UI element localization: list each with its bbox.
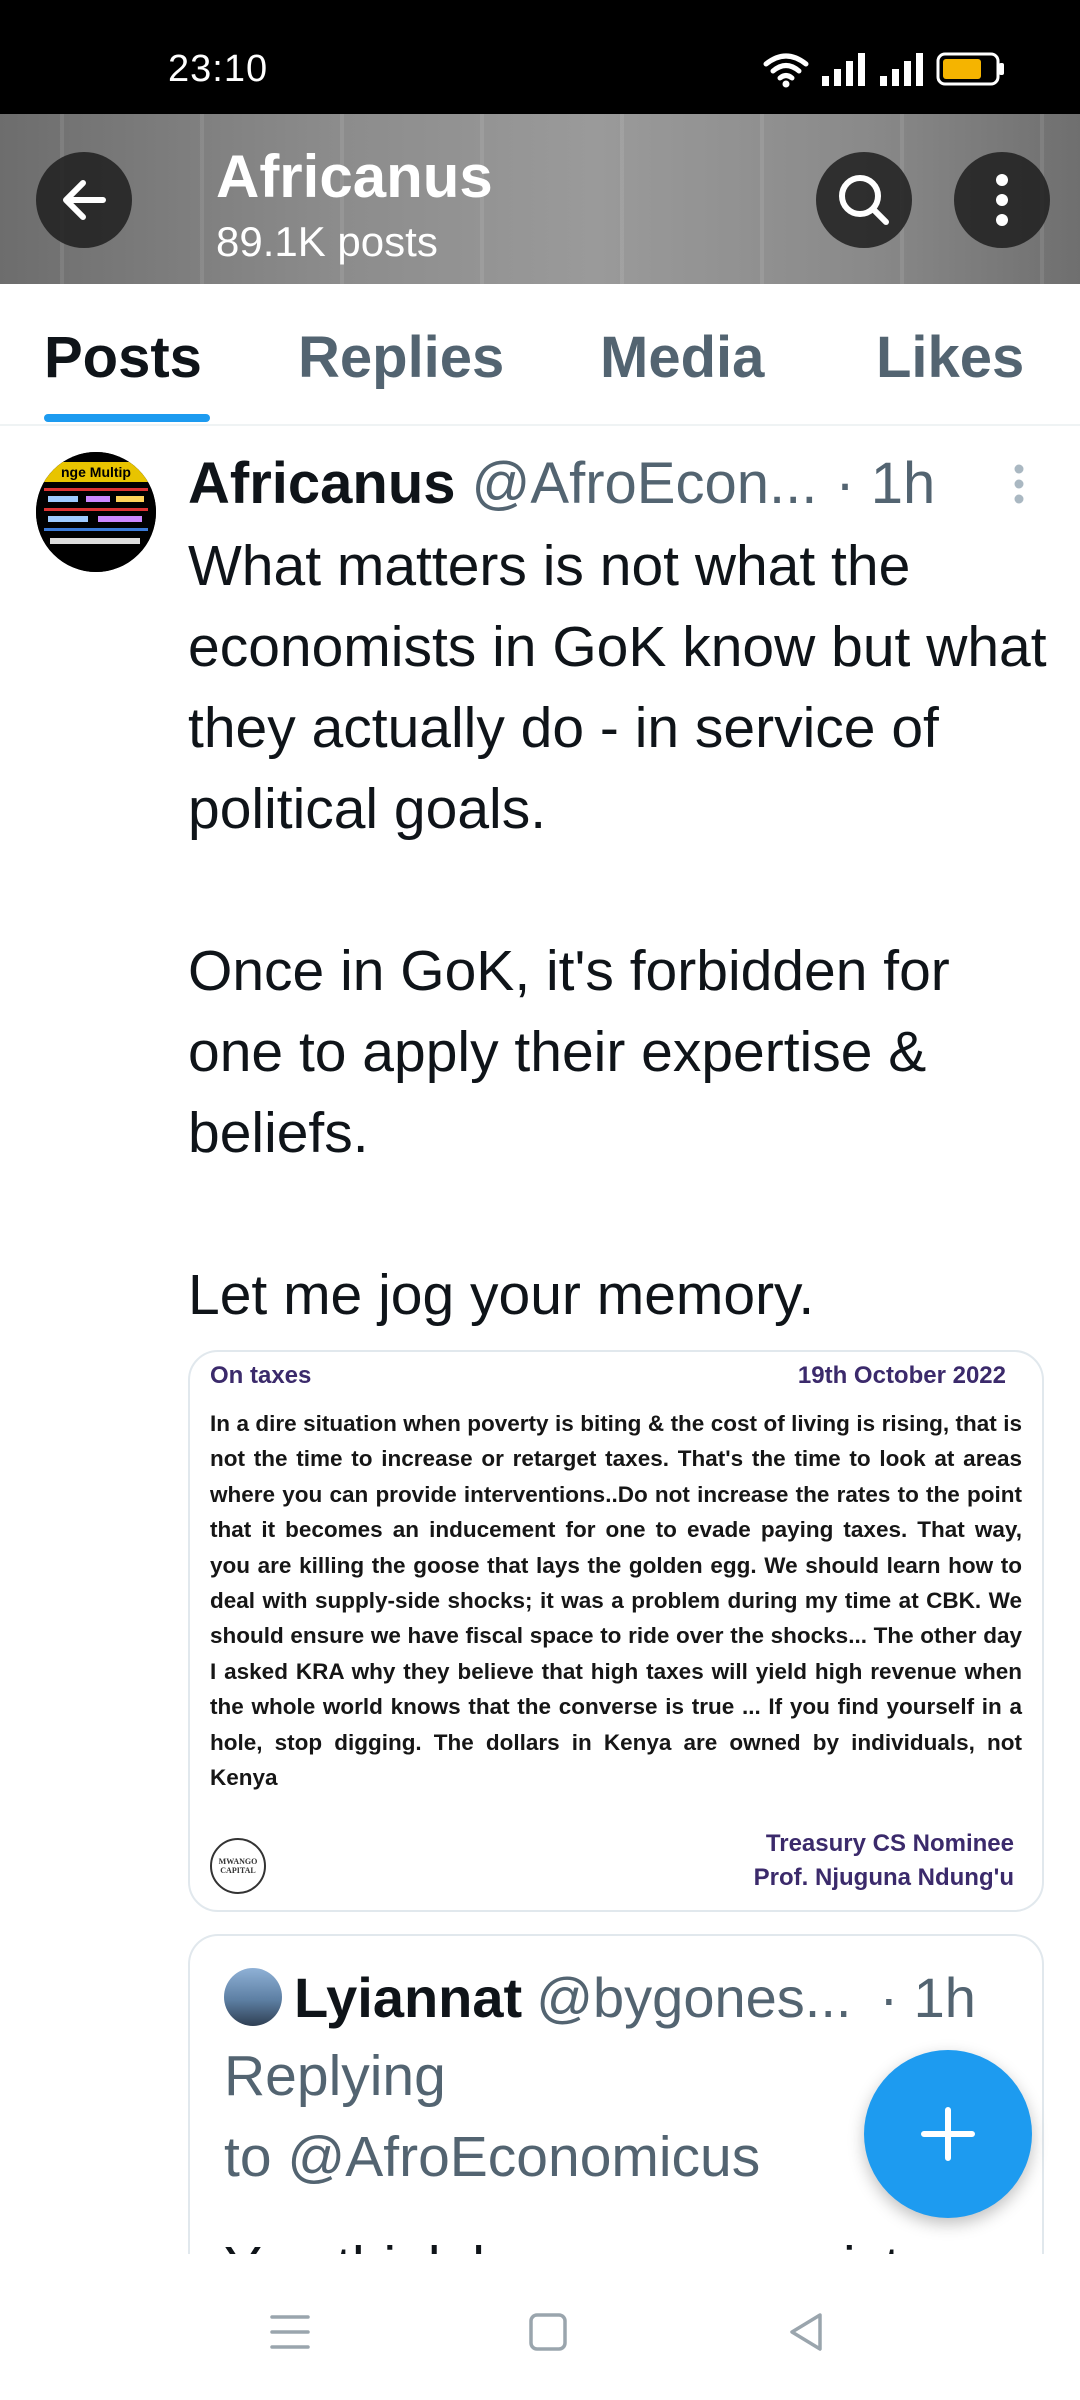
profile-tabs: Posts Replies Media Likes [0, 284, 1080, 426]
battery-icon [936, 52, 1004, 86]
active-tab-indicator [44, 414, 210, 422]
quoted-author-name: Lyiannat [294, 1965, 523, 2029]
quoted-post-header: Lyiannat @bygones... · 1h [224, 1962, 1024, 2032]
post-paragraph: Once in GoK, it's forbidden for one to a… [188, 939, 950, 1165]
image-person: Prof. Njuguna Ndung'u [753, 1864, 1014, 1891]
header-banner [0, 114, 1080, 284]
tab-likes[interactable]: Likes [876, 324, 1024, 391]
search-button[interactable] [816, 152, 912, 248]
replying-label: Replying [224, 2044, 446, 2108]
quoted-author-avatar [224, 1968, 282, 2026]
post-time: · 1h [835, 450, 936, 516]
header-post-count: 89.1K posts [216, 218, 438, 265]
search-icon [839, 175, 889, 225]
wifi-icon [763, 53, 809, 88]
back-button[interactable] [36, 152, 132, 248]
post-paragraph: Let me jog your memory. [188, 1263, 815, 1327]
home-button[interactable] [518, 2302, 578, 2362]
post-menu-button[interactable] [1012, 462, 1026, 511]
tab-media[interactable]: Media [600, 324, 764, 391]
post-text: What matters is not what the economists … [188, 526, 1048, 1336]
svg-text:nge Multip: nge Multip [61, 464, 131, 480]
more-options-button[interactable] [954, 152, 1050, 248]
triangle-back-icon [790, 2313, 822, 2351]
post-header: Africanus @AfroEcon... · 1h [188, 448, 1048, 518]
signal-icon [880, 53, 923, 86]
status-bar: 23:10 [0, 0, 1080, 114]
author-handle[interactable]: @AfroEcon... [472, 450, 818, 517]
post-image[interactable]: On taxes 19th October 2022 In a dire sit… [188, 1350, 1044, 1912]
menu-icon [270, 2315, 310, 2349]
quoted-post-time: · 1h [879, 1965, 976, 2029]
image-date: 19th October 2022 [797, 1362, 1006, 1389]
arrow-left-icon [63, 180, 106, 220]
header-title: Africanus [216, 143, 493, 210]
vertical-dots-icon [996, 174, 1008, 226]
mwango-capital-logo: MWANGO CAPITAL [210, 1838, 266, 1894]
system-nav-bar [0, 2266, 1080, 2400]
avatar-image: nge Multip [36, 452, 156, 572]
author-avatar[interactable]: nge Multip [36, 452, 156, 572]
quoted-author-handle: @bygones... [536, 1965, 852, 2029]
image-role: Treasury CS Nominee [765, 1830, 1014, 1857]
replying-to: Replying to @AfroEconomicus [224, 2036, 784, 2198]
post-paragraph: What matters is not what the economists … [188, 534, 1047, 841]
square-icon [529, 2313, 567, 2351]
recent-apps-button[interactable] [260, 2302, 320, 2362]
plus-icon [921, 2107, 975, 2161]
quoted-post-text: You think kenya economist [224, 2234, 900, 2254]
vertical-dots-icon [1014, 464, 1024, 504]
image-quote-text: In a dire situation when poverty is biti… [210, 1411, 1022, 1791]
author-name[interactable]: Africanus [188, 450, 456, 517]
compose-button[interactable] [864, 2050, 1032, 2218]
image-topic: On taxes [210, 1362, 312, 1389]
tab-posts[interactable]: Posts [44, 324, 202, 391]
tab-replies[interactable]: Replies [298, 324, 504, 391]
back-nav-button[interactable] [776, 2302, 836, 2362]
signal-icon [822, 53, 865, 86]
status-time: 23:10 [168, 48, 269, 90]
status-icons [762, 50, 1006, 88]
profile-header: Africanus 89.1K posts [0, 114, 1080, 284]
replying-to-handle[interactable]: to @AfroEconomicus [224, 2117, 784, 2198]
